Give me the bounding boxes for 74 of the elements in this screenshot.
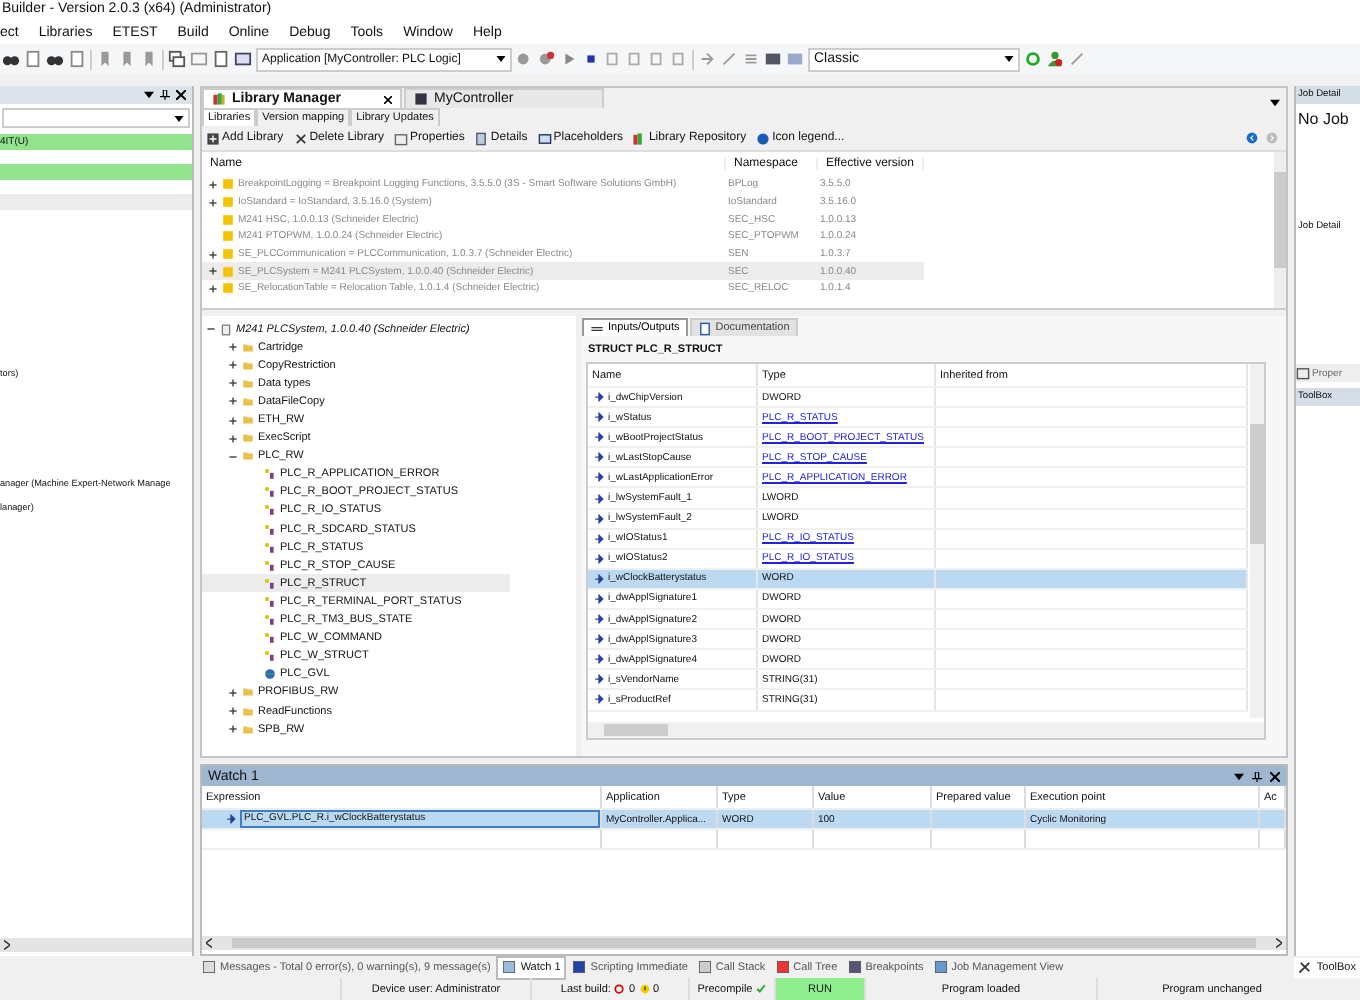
tree-icon xyxy=(775,960,790,974)
caret-icon xyxy=(496,56,506,62)
books-icon xyxy=(632,131,647,145)
expand-icon[interactable] xyxy=(228,706,238,717)
list-icon xyxy=(202,960,216,974)
expand-icon[interactable] xyxy=(228,378,238,389)
check-icon xyxy=(756,984,767,994)
error-icon xyxy=(614,984,625,994)
struct-icon xyxy=(264,632,276,645)
struct-icon xyxy=(264,650,276,663)
library-icon xyxy=(220,323,232,336)
struct-icon xyxy=(264,486,276,499)
plus-icon xyxy=(206,131,220,145)
refresh-icon[interactable] xyxy=(1024,50,1042,68)
expand-icon[interactable] xyxy=(208,179,218,190)
expand-icon[interactable] xyxy=(228,724,238,735)
caret-icon[interactable] xyxy=(144,90,154,100)
caret-icon xyxy=(174,115,184,121)
document-icon xyxy=(697,321,712,335)
struct-icon xyxy=(264,577,276,590)
back-icon[interactable] xyxy=(1246,132,1258,144)
struct-icon xyxy=(264,595,276,608)
window-icon[interactable] xyxy=(234,50,252,68)
struct-icon xyxy=(264,541,276,554)
struct-icon xyxy=(264,559,276,572)
people-icon xyxy=(933,960,948,974)
scrollbar[interactable] xyxy=(588,722,1264,738)
expand-icon[interactable] xyxy=(228,415,238,426)
arrows-icon xyxy=(590,321,604,335)
expand-icon[interactable] xyxy=(208,266,218,277)
expand-icon[interactable] xyxy=(206,324,216,335)
expand-icon[interactable] xyxy=(228,360,238,371)
caret-icon[interactable] xyxy=(1234,771,1244,781)
scrollbar[interactable] xyxy=(202,936,1286,950)
struct-icon xyxy=(264,468,276,481)
document-icon xyxy=(474,131,489,145)
warning-icon xyxy=(639,984,650,994)
scrollbar[interactable] xyxy=(0,938,192,952)
close-icon[interactable] xyxy=(384,95,392,103)
struct-icon xyxy=(264,614,276,627)
books-icon xyxy=(212,92,226,106)
page-icon[interactable] xyxy=(212,50,230,68)
expand-icon[interactable] xyxy=(228,451,238,462)
scrollbar[interactable] xyxy=(1250,364,1264,718)
placeholder-icon xyxy=(537,131,552,145)
user-icon[interactable] xyxy=(1046,50,1064,68)
close-icon[interactable] xyxy=(176,90,186,100)
breakpoint-icon xyxy=(847,960,862,974)
windows-icon[interactable] xyxy=(168,50,186,68)
expand-icon[interactable] xyxy=(208,197,218,208)
cross-icon xyxy=(293,131,308,145)
struct-icon xyxy=(264,523,276,536)
glasses-icon xyxy=(502,960,517,974)
expand-icon[interactable] xyxy=(228,396,238,407)
struct-icon xyxy=(264,504,276,517)
expand-icon[interactable] xyxy=(228,687,238,698)
arrow-icon[interactable] xyxy=(698,50,716,68)
caret-icon xyxy=(1004,56,1014,62)
tools-icon xyxy=(1298,960,1313,974)
expand-icon[interactable] xyxy=(228,433,238,444)
stop-icon[interactable] xyxy=(582,50,600,68)
stack-icon xyxy=(697,960,712,974)
empty-message: No Job xyxy=(1296,108,1351,132)
terminal-icon xyxy=(572,960,587,974)
expand-icon[interactable] xyxy=(228,342,238,353)
properties-icon xyxy=(1296,366,1310,380)
scrollbar[interactable] xyxy=(1274,152,1286,308)
properties-icon xyxy=(394,131,409,145)
controller-icon xyxy=(414,92,428,106)
close-icon[interactable] xyxy=(1270,771,1280,781)
expand-icon[interactable] xyxy=(208,283,218,294)
info-icon xyxy=(756,131,771,145)
expand-icon[interactable] xyxy=(208,249,218,260)
globe-icon xyxy=(264,668,276,681)
